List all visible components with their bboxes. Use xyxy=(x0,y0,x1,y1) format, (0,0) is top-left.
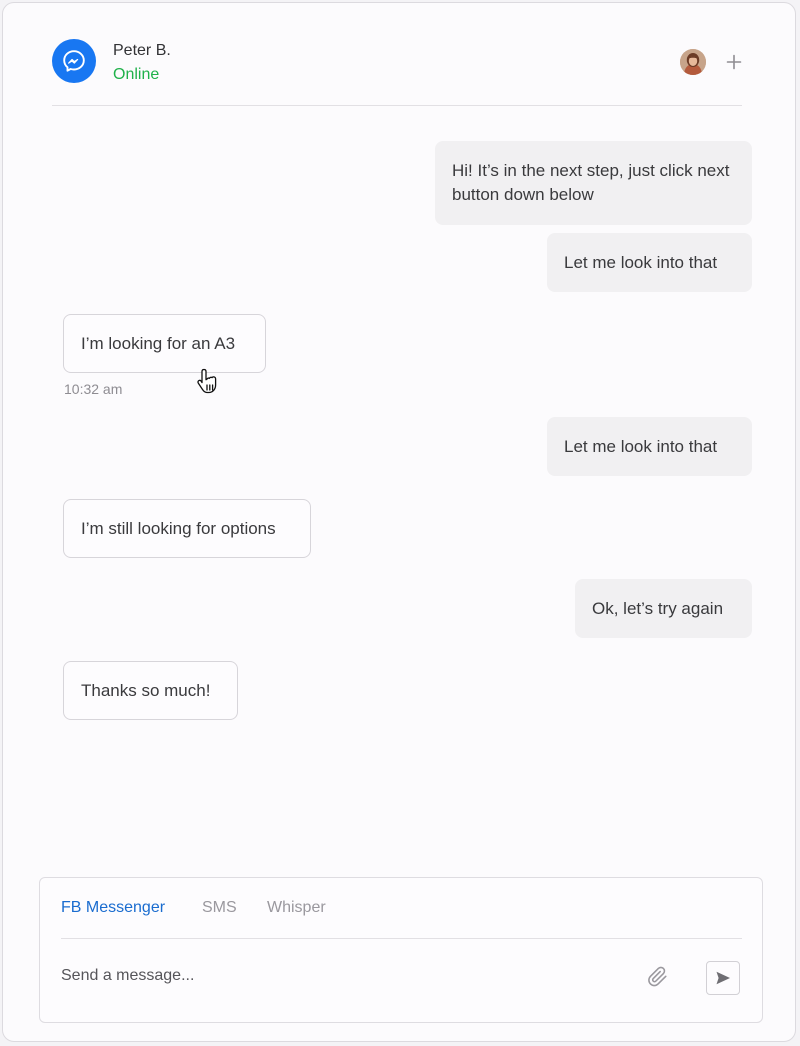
message-timestamp: 10:32 am xyxy=(64,381,123,397)
channel-tabs: FB Messenger SMS Whisper xyxy=(61,878,742,939)
send-icon xyxy=(716,971,730,985)
message-composer: FB Messenger SMS Whisper xyxy=(39,877,763,1023)
contact-name: Peter B. xyxy=(113,42,171,59)
attach-button[interactable] xyxy=(645,964,671,990)
plus-icon xyxy=(726,54,742,70)
messenger-icon xyxy=(52,39,96,83)
message-incoming: I’m still looking for options xyxy=(63,499,311,558)
chat-header: Peter B. Online xyxy=(52,37,742,106)
message-incoming: I’m looking for an A3 xyxy=(63,314,266,373)
tab-fb-messenger[interactable]: FB Messenger xyxy=(61,899,165,917)
message-outgoing: Let me look into that xyxy=(547,233,752,292)
chat-panel: Peter B. Online Hi! It’s in the next ste… xyxy=(2,2,796,1042)
message-outgoing: Ok, let’s try again xyxy=(575,579,752,638)
paperclip-icon xyxy=(648,966,667,987)
add-participant-button[interactable] xyxy=(722,50,746,74)
avatar[interactable] xyxy=(680,49,706,75)
tab-whisper[interactable]: Whisper xyxy=(267,899,326,917)
message-outgoing: Let me look into that xyxy=(547,417,752,476)
message-incoming: Thanks so much! xyxy=(63,661,238,720)
message-input[interactable] xyxy=(61,964,621,988)
online-status: Online xyxy=(113,66,160,83)
send-button[interactable] xyxy=(706,961,740,995)
tab-sms[interactable]: SMS xyxy=(202,899,237,917)
message-outgoing: Hi! It’s in the next step, just click ne… xyxy=(435,141,752,225)
hand-pointer-cursor-icon xyxy=(196,367,224,397)
